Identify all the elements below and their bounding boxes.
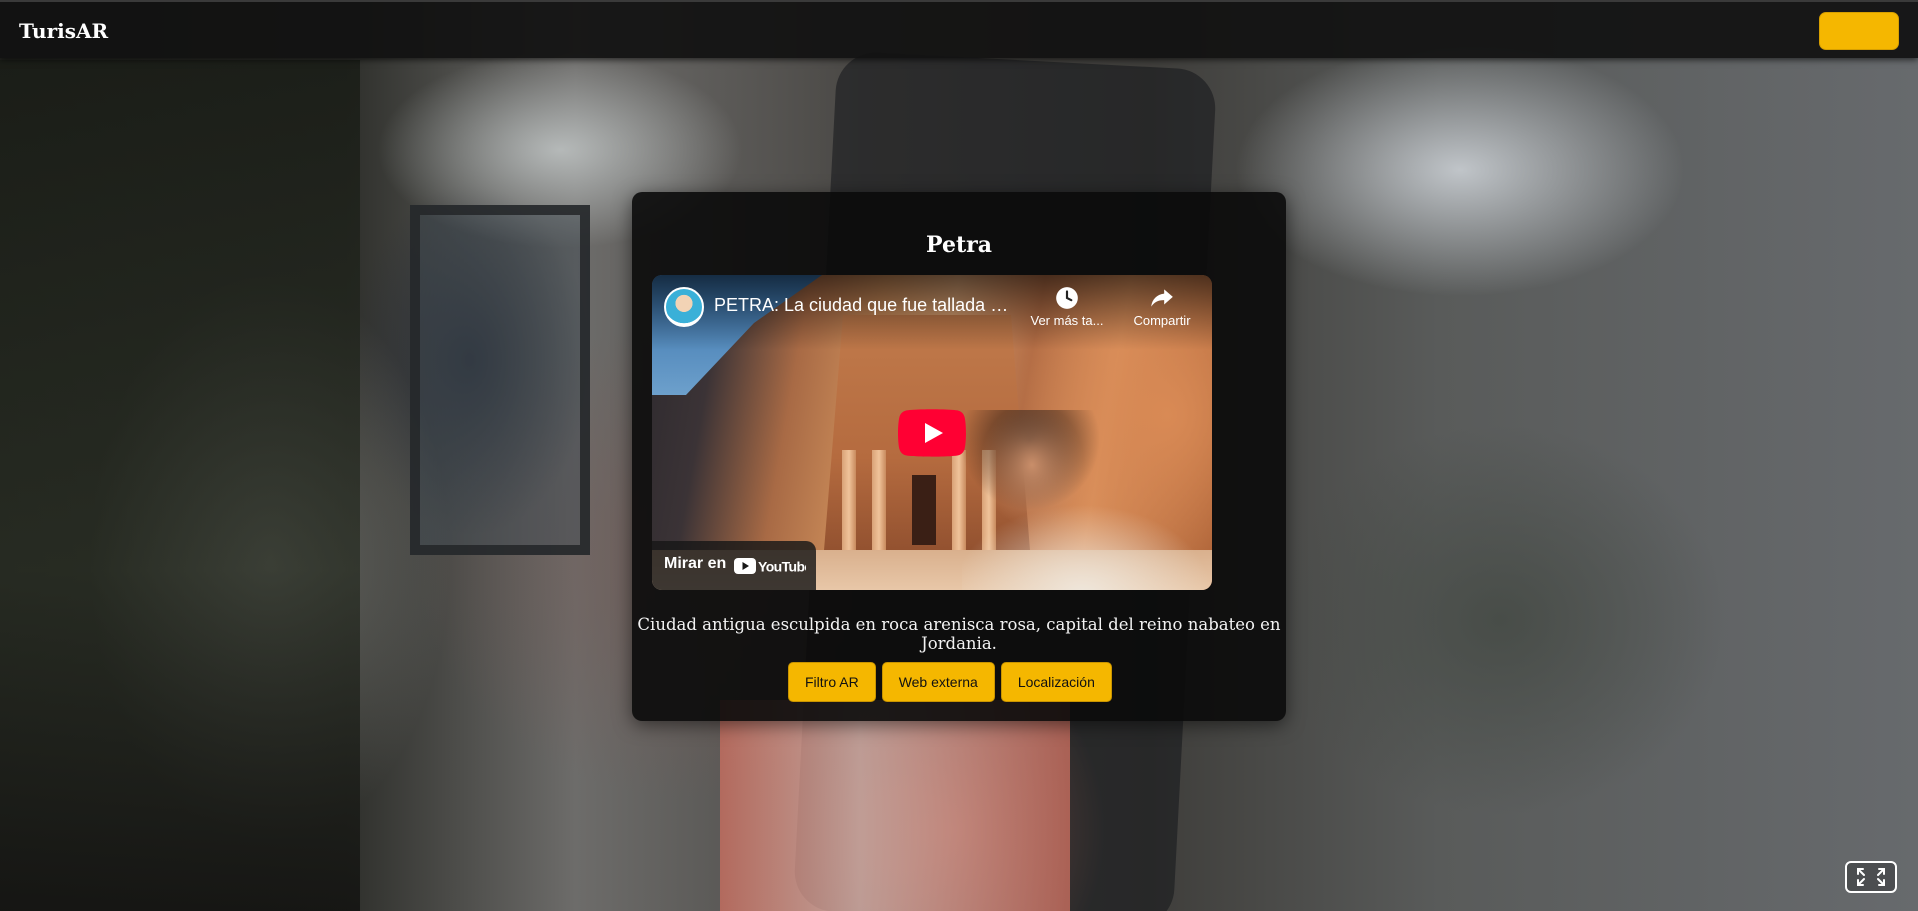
camera-feed-phone-screen <box>720 700 1070 911</box>
ar-filter-button[interactable]: Filtro AR <box>788 662 876 702</box>
location-button[interactable]: Localización <box>1000 662 1112 702</box>
channel-avatar[interactable] <box>664 287 704 327</box>
place-description: Ciudad antigua esculpida en roca arenisc… <box>637 615 1281 653</box>
fullscreen-button[interactable] <box>1845 861 1897 893</box>
youtube-logo-icon: YouTube <box>734 558 806 575</box>
video-thumbnail-column <box>842 450 856 550</box>
share-label: Compartir <box>1133 313 1191 328</box>
share-button[interactable]: Compartir <box>1122 285 1202 328</box>
brand-logo-text: TurisAR <box>19 19 109 43</box>
watch-on-label: Mirar en <box>664 555 727 572</box>
action-buttons: Filtro AR Web externa Localización <box>788 662 1112 702</box>
top-action-button[interactable] <box>1819 12 1899 50</box>
expand-corners-icon <box>1857 868 1885 886</box>
video-thumbnail-presenter <box>962 410 1212 590</box>
video-embed[interactable]: PETRA: La ciudad que fue tallada en... V… <box>652 275 1212 590</box>
video-thumbnail-doorway <box>912 475 936 545</box>
watch-on-youtube-button[interactable]: Mirar en YouTube <box>652 541 816 590</box>
camera-feed-shelf <box>0 60 360 911</box>
youtube-play-icon[interactable] <box>898 409 966 457</box>
youtube-wordmark: YouTube <box>758 559 806 575</box>
external-web-button[interactable]: Web externa <box>881 662 995 702</box>
watch-later-label: Ver más ta... <box>1030 313 1104 328</box>
video-thumbnail-column <box>872 450 886 550</box>
top-navigation-bar: TurisAR <box>0 0 1918 58</box>
clock-icon <box>1056 287 1078 309</box>
watch-later-button[interactable]: Ver más ta... <box>1027 285 1107 328</box>
camera-feed-picture-frame <box>410 205 590 555</box>
place-title: Petra <box>926 232 992 258</box>
video-title[interactable]: PETRA: La ciudad que fue tallada en... <box>714 295 1014 316</box>
share-arrow-icon <box>1151 289 1173 307</box>
place-info-card: Petra PETRA: La ciudad que fue tallada e… <box>632 192 1286 721</box>
